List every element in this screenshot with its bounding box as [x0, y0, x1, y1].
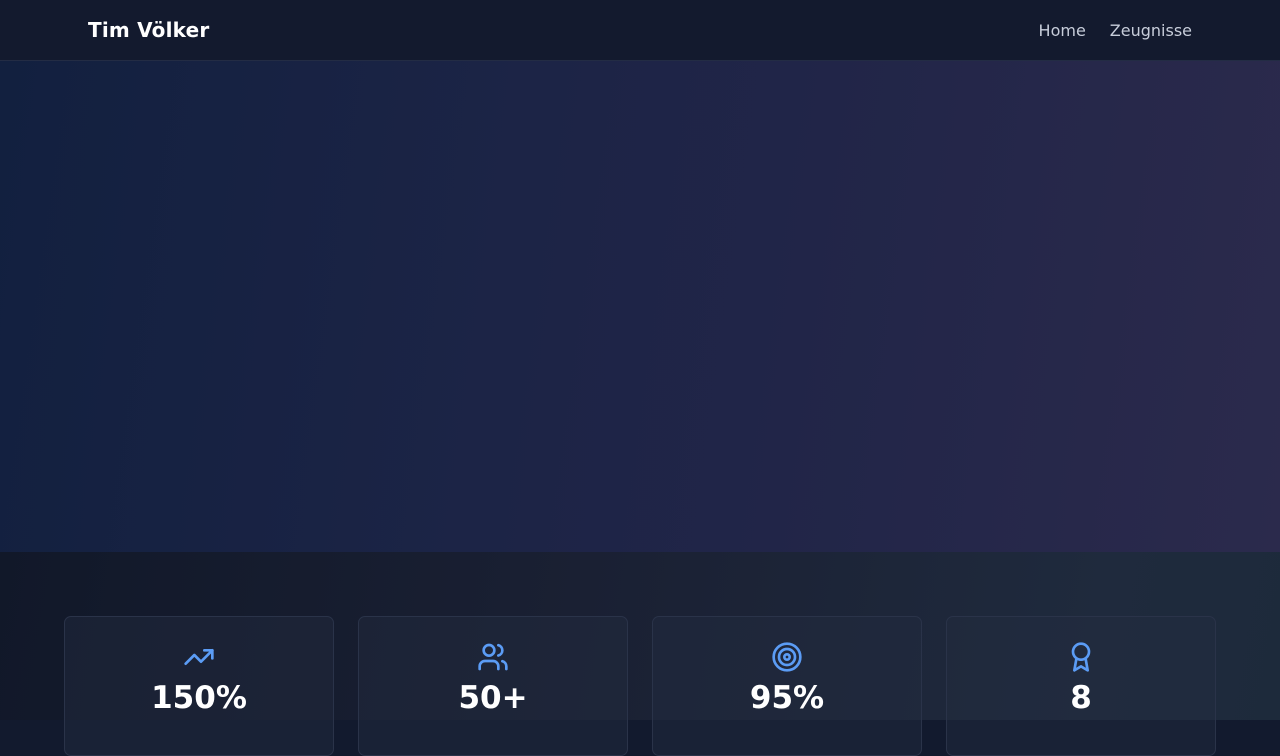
award-icon	[1065, 641, 1097, 673]
target-icon	[771, 641, 803, 673]
nav-link-zeugnisse[interactable]: Zeugnisse	[1110, 21, 1192, 40]
stat-value: 150%	[151, 680, 247, 716]
stat-value: 8	[1070, 680, 1092, 716]
stat-value: 50+	[458, 680, 528, 716]
nav-links: Home Zeugnisse	[1039, 21, 1192, 40]
stats-section: 150% 50+ 95% 8	[0, 552, 1280, 756]
nav-link-home[interactable]: Home	[1039, 21, 1086, 40]
stat-card-growth: 150%	[64, 616, 334, 756]
hero-section	[0, 61, 1280, 552]
trending-up-icon	[183, 641, 215, 673]
users-icon	[477, 641, 509, 673]
stat-value: 95%	[749, 680, 825, 716]
stat-card-target: 95%	[652, 616, 922, 756]
stat-card-awards: 8	[946, 616, 1216, 756]
stat-card-clients: 50+	[358, 616, 628, 756]
top-navbar: Tim Völker Home Zeugnisse	[0, 0, 1280, 61]
brand-name[interactable]: Tim Völker	[88, 18, 209, 42]
